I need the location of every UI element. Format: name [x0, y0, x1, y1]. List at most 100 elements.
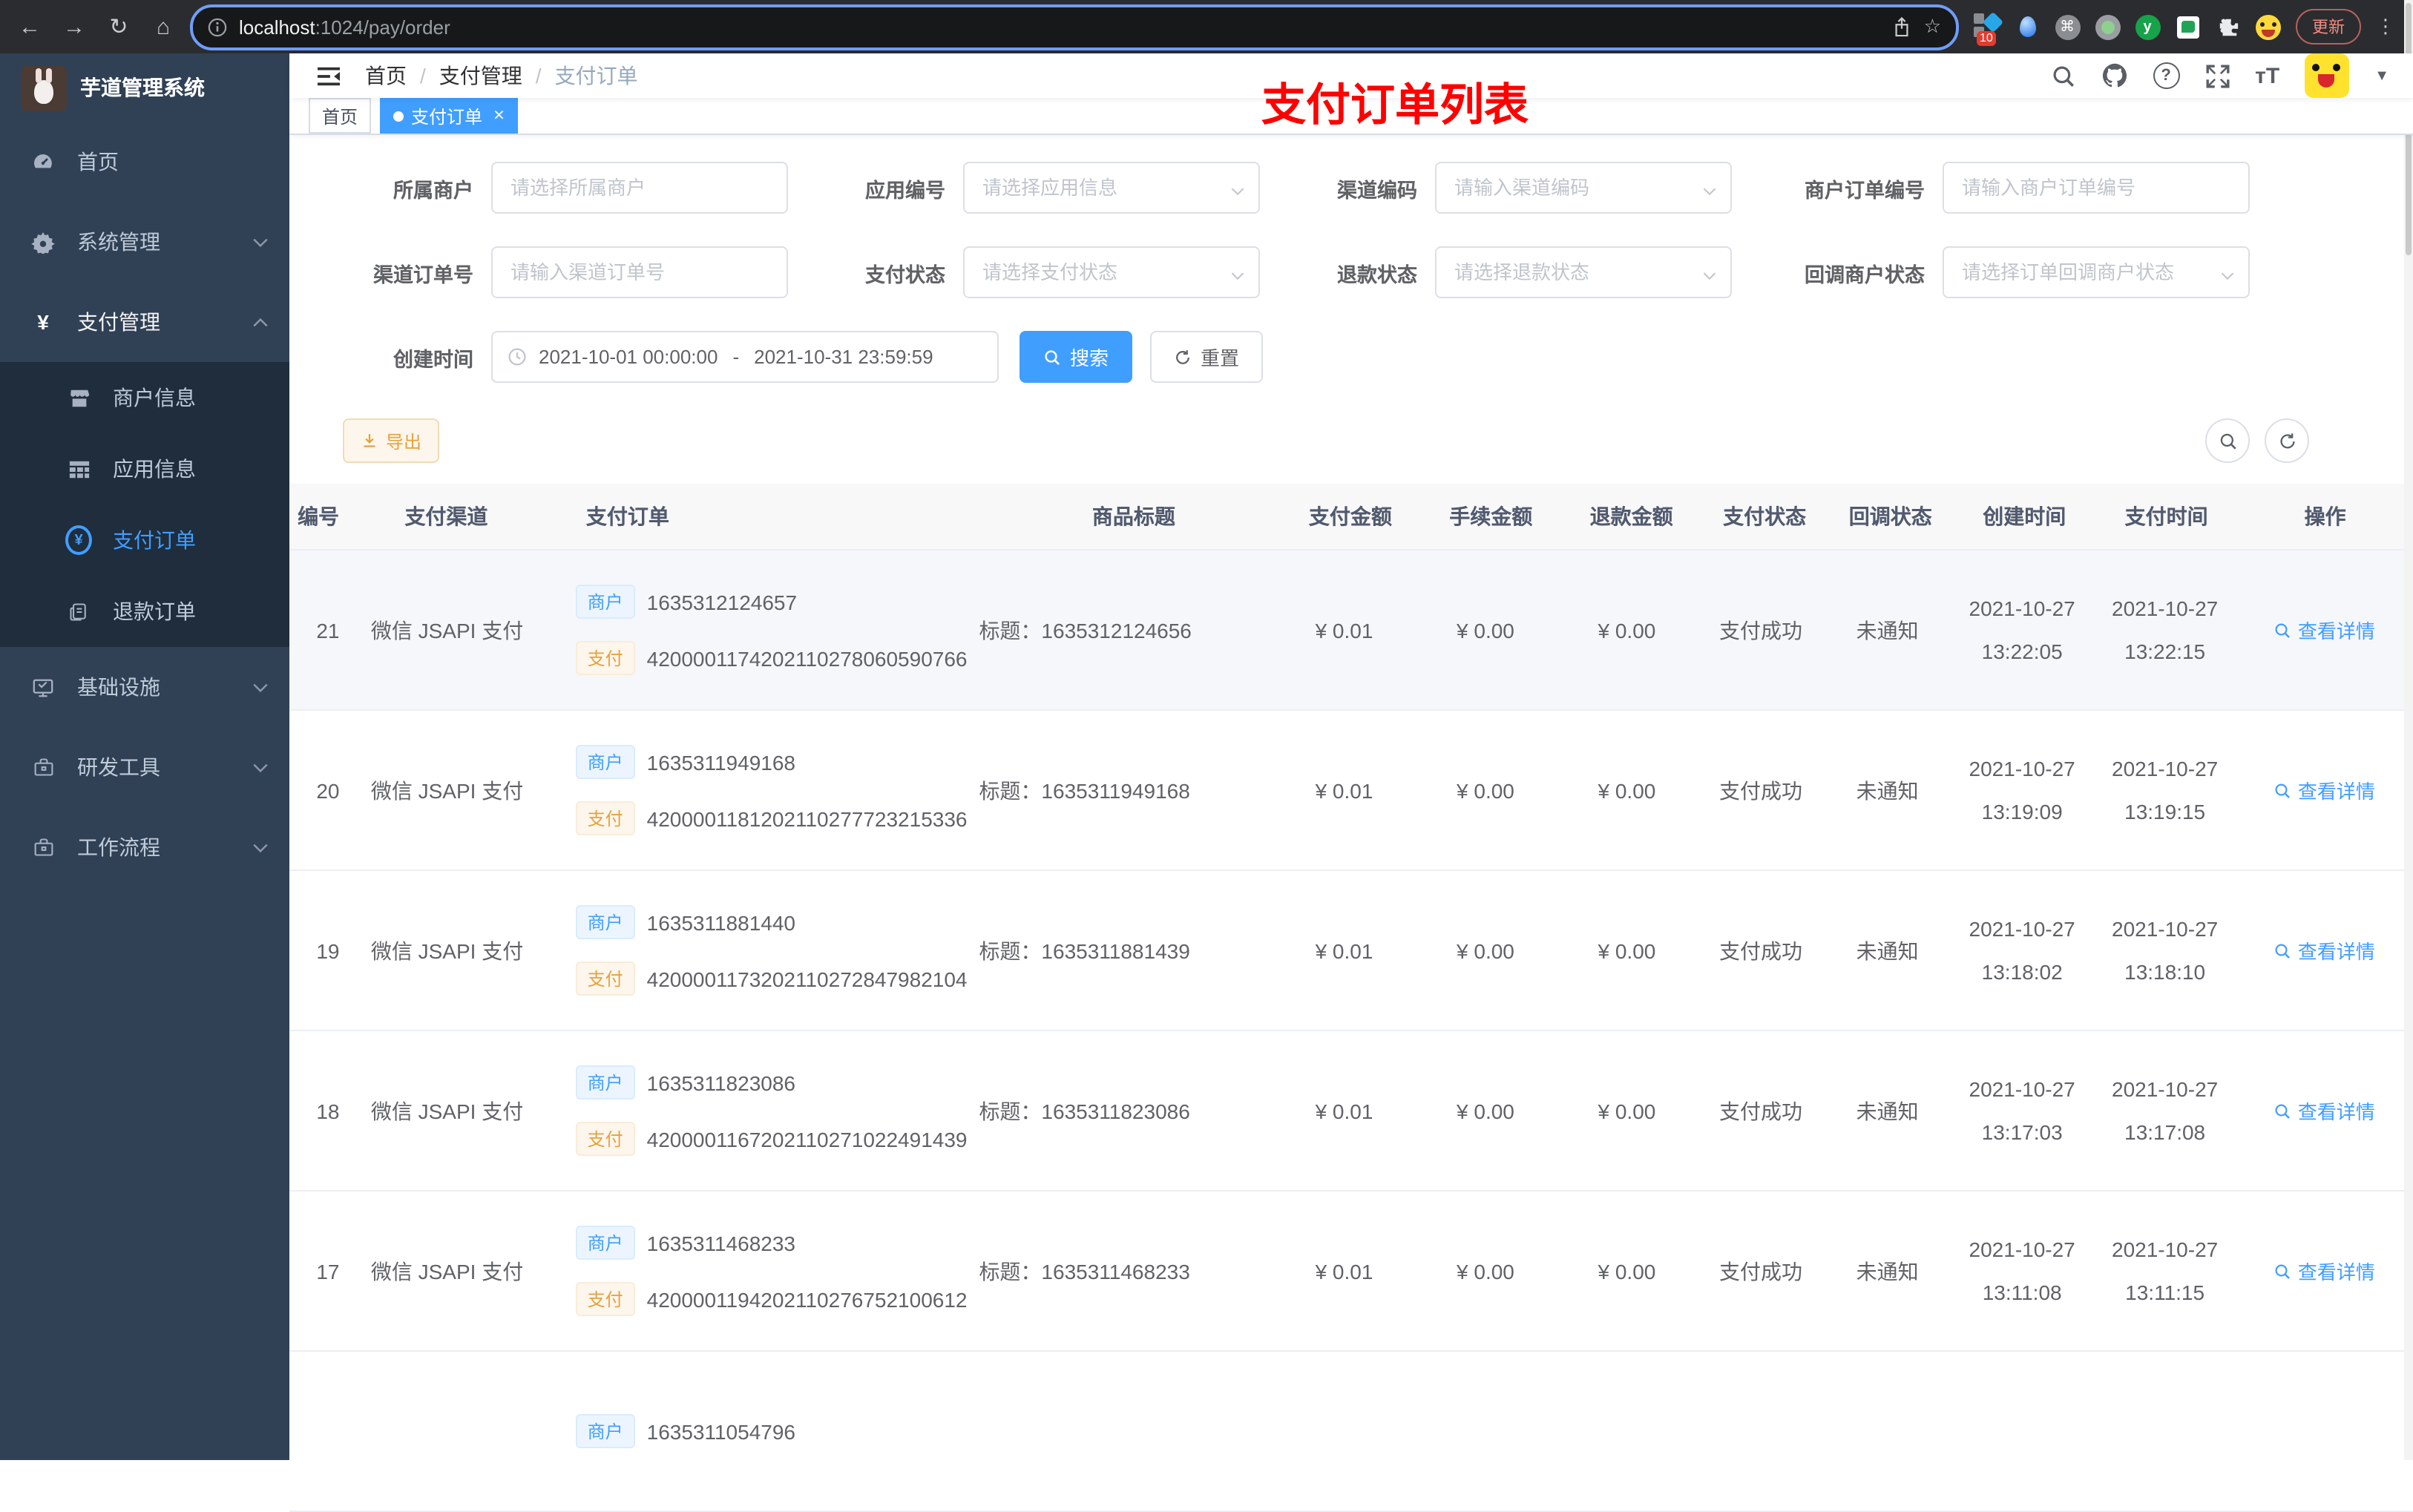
sidebar-item-system[interactable]: 系统管理 [0, 202, 289, 282]
url-host: localhost [239, 16, 315, 39]
chevron-up-icon [252, 317, 269, 327]
extension-icon[interactable]: 10 [1974, 11, 2004, 46]
goods-title: 标题：1635311881439 [979, 939, 1190, 962]
sidebar-item-payment[interactable]: ¥ 支付管理 [0, 282, 289, 362]
search-button[interactable]: 搜索 [1020, 331, 1133, 383]
goods-title: 标题：1635311468233 [979, 1259, 1190, 1283]
sidebar-item-merchant-info[interactable]: 商户信息 [0, 362, 289, 433]
page-scrollbar[interactable] [2404, 0, 2413, 1460]
sidebar-item-workflow[interactable]: 工作流程 [0, 807, 289, 887]
user-avatar[interactable] [2305, 53, 2350, 98]
breadcrumb-payment[interactable]: 支付管理 [439, 61, 522, 91]
filter-notify-status: 回调商户状态 [1800, 246, 2250, 298]
date-end: 2021-10-31 23:59:59 [754, 346, 933, 368]
notify-status: 未通知 [1856, 939, 1919, 962]
sidebar-item-home[interactable]: 首页 [0, 122, 289, 202]
bookmark-star-icon[interactable]: ☆ [1924, 15, 1941, 39]
share-icon[interactable] [1893, 16, 1912, 37]
monitor-icon [30, 676, 56, 698]
view-detail-link[interactable]: 查看详情 [2274, 616, 2375, 644]
table-row: 20 微信 JSAPI 支付 商户 1635311949168 支付 42000… [289, 711, 2413, 871]
table-grid-icon [65, 458, 92, 480]
pay-status-select[interactable] [979, 260, 1244, 285]
sidebar-item-refund-order[interactable]: 退款订单 [0, 576, 289, 647]
sidebar-item-pay-order[interactable]: ¥ 支付订单 [0, 504, 289, 576]
extension-icon[interactable] [2014, 13, 2041, 40]
reload-icon[interactable]: ↻ [101, 9, 137, 45]
col-pay-time: 支付时间 [2124, 504, 2208, 528]
extension-badge: 10 [1977, 31, 1996, 46]
view-detail-link[interactable]: 查看详情 [2274, 1257, 2375, 1285]
extension-icon[interactable] [2174, 13, 2201, 40]
date-start: 2021-10-01 00:00:00 [539, 346, 718, 368]
pay-channel: 微信 JSAPI 支付 [370, 778, 524, 802]
browser-menu-icon[interactable]: ⋮ [2370, 15, 2401, 39]
home-icon[interactable]: ⌂ [145, 9, 181, 45]
pay-order-no: 4200001181202110277723215336 [646, 806, 968, 830]
extension-icon[interactable]: y [2134, 13, 2161, 40]
sidebar-fold-icon[interactable] [316, 65, 341, 87]
tab-home[interactable]: 首页 [309, 98, 372, 134]
forward-icon[interactable]: → [56, 9, 92, 45]
breadcrumb-home[interactable]: 首页 [365, 61, 407, 91]
font-size-icon[interactable]: ᴛT [2255, 63, 2279, 88]
merchant-input[interactable] [508, 175, 772, 200]
export-button[interactable]: 导出 [343, 418, 440, 463]
merchant-tag: 商户 [575, 745, 635, 779]
screen: ← → ↻ ⌂ localhost:1024/pay/order ☆ 10 ⌘ … [0, 0, 2413, 1512]
briefcase-icon [30, 837, 56, 858]
site-info-icon[interactable] [208, 17, 227, 36]
view-detail-link[interactable]: 查看详情 [2274, 1097, 2375, 1125]
pay-channel [339, 1352, 534, 1511]
help-icon[interactable]: ? [2153, 62, 2180, 89]
merchant-tag: 商户 [575, 1226, 635, 1260]
refund-status-select[interactable] [1451, 260, 1716, 285]
fee-amount [1415, 1352, 1556, 1511]
show-search-toggle-button[interactable] [2205, 418, 2250, 463]
notify-status-select[interactable] [1959, 260, 2233, 285]
col-action: 操作 [2304, 504, 2346, 528]
toolbox-icon [30, 757, 56, 778]
pay-tag: 支付 [575, 1282, 635, 1316]
close-tab-icon[interactable]: ✕ [493, 108, 505, 124]
tab-pay-order[interactable]: 支付订单 ✕ [380, 98, 519, 134]
yen-circle-icon: ¥ [65, 525, 92, 555]
view-detail-link[interactable]: 查看详情 [2274, 936, 2375, 964]
extensions-puzzle-icon[interactable] [2214, 13, 2241, 40]
user-menu-caret-icon[interactable]: ▼ [2374, 68, 2389, 84]
refund-amount [1556, 1352, 1697, 1511]
fee-amount: ¥ 0.00 [1457, 1259, 1514, 1283]
view-detail-link[interactable]: 查看详情 [2274, 776, 2375, 804]
sidebar-item-dev-tools[interactable]: 研发工具 [0, 727, 289, 807]
profile-avatar-icon[interactable] [2254, 13, 2281, 40]
channel-order-no-input[interactable] [508, 260, 772, 285]
back-icon[interactable]: ← [12, 9, 47, 45]
search-icon[interactable] [2050, 63, 2075, 88]
table-row: 21 微信 JSAPI 支付 商户 1635312124657 支付 42000… [289, 550, 2413, 711]
pay-tag: 支付 [575, 801, 635, 835]
merchant-order-no-input[interactable] [1959, 175, 2233, 200]
app-select[interactable] [979, 175, 1244, 200]
chevron-down-icon [252, 842, 269, 852]
notify-status [1824, 1352, 1951, 1511]
breadcrumb: 首页 / 支付管理 / 支付订单 [365, 61, 638, 91]
refund-amount: ¥ 0.00 [1598, 778, 1656, 802]
url-bar[interactable]: localhost:1024/pay/order ☆ [190, 4, 1959, 50]
browser-update-button[interactable]: 更新 [2296, 9, 2361, 45]
url-path: :1024/pay/order [315, 16, 450, 39]
sidebar-item-infra[interactable]: 基础设施 [0, 647, 289, 727]
reset-button[interactable]: 重置 [1150, 331, 1264, 383]
sidebar-item-app-info[interactable]: 应用信息 [0, 433, 289, 504]
merchant-order-line: 商户 1635311054796 [575, 1414, 795, 1448]
notify-status: 未通知 [1856, 1099, 1919, 1123]
pay-order-line: 支付 4200001167202110271022491439 [575, 1122, 968, 1156]
extension-icon[interactable] [2094, 13, 2121, 40]
extension-icon[interactable]: ⌘ [2054, 13, 2081, 40]
refresh-table-button[interactable] [2265, 418, 2309, 463]
order-id: 21 [316, 618, 340, 642]
date-range-picker[interactable]: 2021-10-01 00:00:00 - 2021-10-31 23:59:5… [491, 331, 999, 383]
pay-tag: 支付 [575, 962, 635, 996]
channel-code-select[interactable] [1451, 175, 1716, 200]
github-icon[interactable] [2101, 62, 2127, 89]
fullscreen-icon[interactable] [2204, 63, 2230, 88]
